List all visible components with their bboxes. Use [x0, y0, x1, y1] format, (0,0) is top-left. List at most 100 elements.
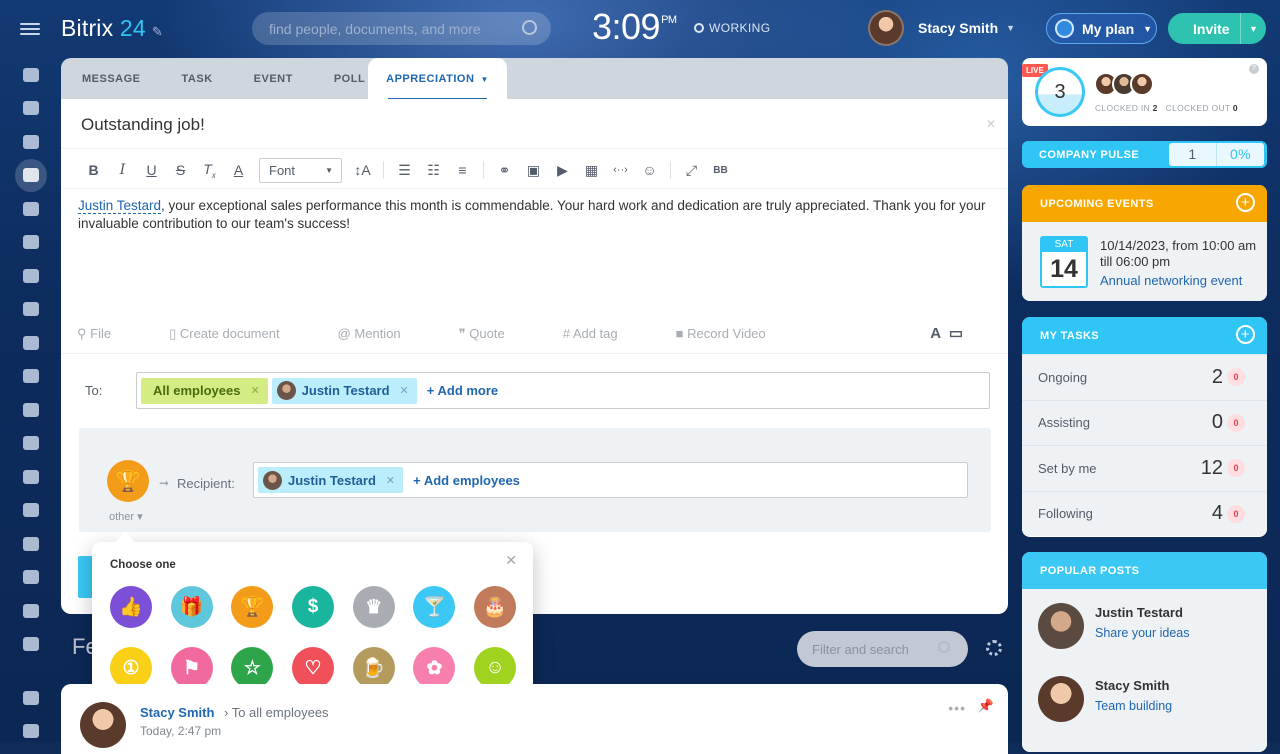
fullscreen-icon[interactable]: ⤢	[677, 162, 706, 179]
avatar[interactable]	[80, 702, 126, 748]
mention-link[interactable]: Justin Testard	[78, 198, 162, 214]
task-row[interactable]: Set by me 12 0	[1022, 445, 1267, 491]
record-video-button[interactable]: ■ Record Video	[676, 326, 795, 342]
shop-icon[interactable]	[15, 427, 47, 461]
clocked-in-widget[interactable]: LIVE 3 CLOCKED IN 2 CLOCKED OUT 0 ?	[1022, 58, 1267, 126]
recipient-chip[interactable]: All employees ✕	[141, 377, 268, 404]
calendar-icon[interactable]	[15, 226, 47, 260]
cake-icon[interactable]: 🎂	[474, 586, 517, 628]
popular-post[interactable]: Stacy Smith Team building	[1038, 676, 1172, 722]
sign-icon[interactable]	[15, 561, 47, 595]
task-row[interactable]: Following 4 0	[1022, 490, 1267, 536]
groups-icon[interactable]	[15, 360, 47, 394]
task-row[interactable]: Ongoing 2 0	[1022, 354, 1267, 400]
crm-icon[interactable]	[15, 125, 47, 159]
number-one-icon[interactable]: ①	[110, 647, 152, 689]
my-plan-button[interactable]: My plan ▼	[1046, 13, 1157, 44]
menu-icon[interactable]	[20, 20, 40, 38]
heart-icon[interactable]: ♡	[292, 647, 335, 689]
remove-icon[interactable]: ✕	[400, 384, 409, 397]
add-icon[interactable]: +	[1236, 325, 1255, 344]
video-icon[interactable]: ▶	[548, 162, 577, 179]
clear-format-icon[interactable]: Tx	[195, 161, 224, 180]
search-input[interactable]: find people, documents, and more	[252, 12, 551, 45]
underline-icon[interactable]: U	[137, 162, 166, 178]
help-icon[interactable]: ?	[1249, 64, 1259, 74]
pencil-icon[interactable]: ✎	[152, 24, 163, 39]
tab-poll[interactable]: POLL	[334, 73, 365, 85]
tasks-icon[interactable]	[15, 460, 47, 494]
chevron-down-icon[interactable]: ▼	[1240, 13, 1266, 44]
remove-icon[interactable]: ✕	[250, 384, 259, 397]
close-icon[interactable]: ✕	[986, 117, 996, 131]
flag-icon[interactable]: ⚑	[170, 647, 213, 689]
add-more-link[interactable]: + Add more	[427, 383, 498, 398]
invite-button[interactable]: Invite ▼	[1168, 13, 1266, 44]
more-icon[interactable]	[15, 628, 47, 662]
text-format-icon[interactable]: A ▭	[930, 324, 963, 342]
box-icon[interactable]	[15, 594, 47, 628]
contacts-icon[interactable]	[15, 494, 47, 528]
tab-event[interactable]: EVENT	[254, 73, 293, 85]
mention-button[interactable]: @ Mention	[338, 326, 430, 342]
filter-icon[interactable]	[15, 58, 47, 92]
recipient-field[interactable]: Justin Testard ✕ + Add employees	[253, 462, 968, 498]
bank-icon[interactable]	[15, 92, 47, 126]
font-select[interactable]: Font ▼	[259, 157, 342, 183]
file-button[interactable]: ⚲ File	[77, 326, 140, 342]
align-icon[interactable]: ≡	[448, 162, 477, 178]
money-bag-icon[interactable]: $	[292, 586, 335, 628]
numbered-list-icon[interactable]: ☰	[390, 162, 419, 179]
add-employees-link[interactable]: + Add employees	[413, 473, 520, 488]
remove-icon[interactable]: ✕	[386, 474, 395, 487]
smile-icon[interactable]: ☺	[474, 647, 517, 689]
work-status[interactable]: WORKING	[694, 21, 770, 35]
goals-icon[interactable]	[15, 393, 47, 427]
tab-appreciation[interactable]: APPRECIATION ▼	[368, 58, 507, 100]
filter-search-input[interactable]: Filter and search	[797, 631, 968, 667]
add-icon[interactable]: +	[1236, 193, 1255, 212]
tab-message[interactable]: MESSAGE	[82, 73, 141, 85]
italic-icon[interactable]: I	[108, 162, 137, 178]
drive-icon[interactable]	[15, 293, 47, 327]
user-menu[interactable]: Stacy Smith ▼	[868, 10, 1015, 46]
more-icon[interactable]: •••	[948, 700, 966, 716]
beer-icon[interactable]: 🍺	[352, 647, 395, 689]
cocktail-icon[interactable]: 🍸	[413, 586, 456, 628]
star-icon[interactable]: ☆	[231, 647, 274, 689]
quote-button[interactable]: ❞ Quote	[459, 326, 534, 342]
to-field[interactable]: All employees ✕ Justin Testard ✕ + Add mor…	[136, 372, 990, 409]
create-document-button[interactable]: ▯ Create document	[169, 326, 309, 342]
trophy-icon[interactable]: 🏆	[107, 460, 149, 502]
text-color-icon[interactable]: A	[224, 162, 253, 178]
tab-task[interactable]: TASK	[182, 73, 213, 85]
mail-icon[interactable]	[15, 326, 47, 360]
recipient-chip[interactable]: Justin Testard ✕	[258, 467, 404, 493]
crown-icon[interactable]: ♛	[352, 586, 395, 628]
logo[interactable]: Bitrix 24 ✎	[61, 15, 163, 42]
link-icon[interactable]: ⚭	[490, 162, 519, 179]
bullet-list-icon[interactable]: ☷	[419, 162, 448, 179]
close-icon[interactable]: ✕	[505, 552, 517, 569]
clock[interactable]: 3:09PM	[592, 6, 677, 48]
font-size-icon[interactable]: ↕A	[348, 162, 377, 178]
badge-type-select[interactable]: other ▾	[109, 510, 143, 523]
add-tag-button[interactable]: # Add tag	[563, 326, 647, 342]
post-title[interactable]: Outstanding job!	[81, 115, 205, 135]
code-icon[interactable]: ‹··›	[606, 164, 635, 176]
popular-post[interactable]: Justin Testard Share your ideas	[1038, 603, 1190, 649]
gift-icon[interactable]: 🎁	[170, 586, 213, 628]
docs-icon[interactable]	[15, 259, 47, 293]
thumbs-up-icon[interactable]: 👍	[110, 586, 152, 628]
post-author[interactable]: Stacy Smith	[140, 705, 214, 720]
help-icon[interactable]	[15, 681, 47, 715]
robot-icon[interactable]	[15, 527, 47, 561]
company-pulse[interactable]: COMPANY PULSE 1 0%	[1022, 141, 1267, 168]
strikethrough-icon[interactable]: S	[166, 162, 195, 178]
message-body[interactable]: Justin Testard, your exceptional sales p…	[78, 197, 998, 233]
table-icon[interactable]: ▦	[577, 162, 606, 179]
pin-icon[interactable]: 📌	[978, 698, 994, 714]
gear-icon[interactable]	[986, 640, 1002, 656]
event-link[interactable]: Annual networking event	[1100, 273, 1242, 288]
trophy-icon[interactable]: 🏆	[231, 586, 274, 628]
